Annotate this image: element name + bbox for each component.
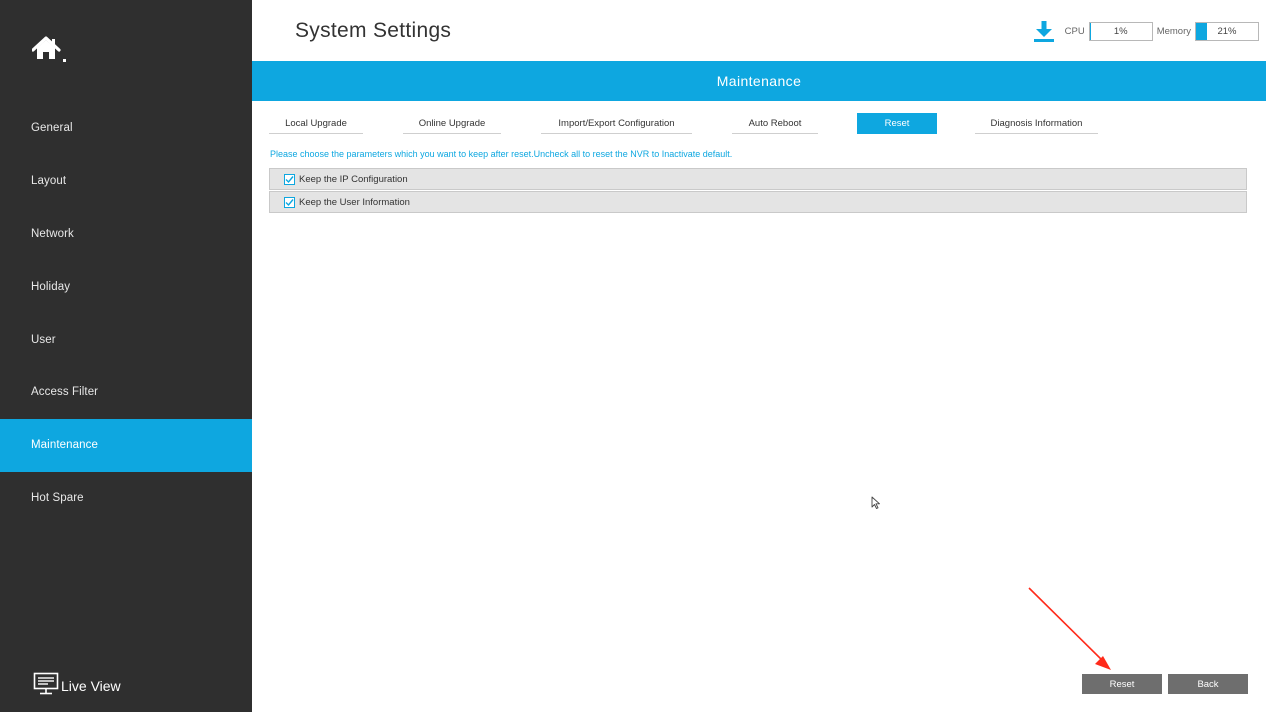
live-view-button[interactable]: Live View	[33, 672, 121, 699]
tab-import-export-configuration[interactable]: Import/Export Configuration	[541, 113, 692, 134]
section-title: Maintenance	[716, 73, 802, 89]
cpu-label: CPU	[1064, 25, 1085, 37]
tab-label: Import/Export Configuration	[558, 117, 675, 129]
sidebar-item-hot-spare[interactable]: Hot Spare	[0, 472, 252, 525]
checkbox-checked-icon[interactable]	[284, 196, 295, 208]
sidebar-item-label: Layout	[31, 175, 67, 188]
reset-options-list: Keep the IP Configuration Keep the User …	[269, 168, 1247, 214]
memory-usage-fill	[1196, 22, 1207, 40]
tab-reset[interactable]: Reset	[857, 113, 937, 134]
section-banner: Maintenance	[252, 61, 1266, 101]
sidebar-item-label: Access Filter	[31, 386, 99, 399]
sidebar-item-layout[interactable]: Layout	[0, 155, 252, 208]
sidebar-item-access-filter[interactable]: Access Filter	[0, 366, 252, 419]
reset-hint-text: Please choose the parameters which you w…	[270, 149, 733, 159]
live-view-label: Live View	[61, 677, 121, 694]
sidebar-item-network[interactable]: Network	[0, 208, 252, 261]
sidebar-item-holiday[interactable]: Holiday	[0, 260, 252, 313]
sidebar-item-label: Hot Spare	[31, 491, 84, 504]
sidebar-nav: General Layout Network Holiday User Acce…	[0, 102, 252, 524]
tab-label: Online Upgrade	[418, 117, 486, 129]
memory-label: Memory	[1156, 25, 1191, 37]
app-window: General Layout Network Holiday User Acce…	[0, 0, 1266, 712]
checkbox-checked-icon[interactable]	[284, 173, 295, 185]
tab-label: Diagnosis Information	[990, 117, 1083, 129]
sidebar-item-label: General	[31, 122, 73, 135]
tab-label: Local Upgrade	[285, 117, 347, 129]
sidebar-item-label: User	[31, 333, 56, 346]
sidebar-item-maintenance[interactable]: Maintenance	[0, 418, 252, 472]
sidebar-item-label: Network	[31, 227, 74, 240]
system-stats: CPU 1% Memory 21%	[1033, 20, 1259, 42]
mouse-cursor-icon	[871, 496, 883, 510]
cpu-usage-value: 1%	[1113, 25, 1128, 37]
cpu-usage-fill	[1089, 22, 1091, 40]
reset-button[interactable]: Reset	[1082, 674, 1162, 694]
back-button-label: Back	[1197, 678, 1219, 690]
tab-label: Reset	[884, 118, 910, 129]
sidebar-item-general[interactable]: General	[0, 102, 252, 155]
sidebar-item-label: Maintenance	[31, 439, 98, 452]
tab-auto-reboot[interactable]: Auto Reboot	[732, 113, 818, 134]
memory-usage-value: 21%	[1217, 25, 1237, 37]
sidebar-item-label: Holiday	[31, 280, 71, 293]
option-keep-ip-configuration: Keep the IP Configuration	[269, 168, 1247, 190]
reset-button-label: Reset	[1109, 678, 1135, 690]
memory-usage-meter: 21%	[1195, 21, 1259, 41]
option-label: Keep the User Information	[299, 196, 410, 208]
annotation-arrow	[1025, 585, 1115, 675]
tab-local-upgrade[interactable]: Local Upgrade	[269, 113, 363, 134]
tab-label: Auto Reboot	[748, 117, 802, 129]
monitor-icon	[33, 672, 61, 699]
sidebar-item-user[interactable]: User	[0, 313, 252, 366]
home-icon[interactable]	[31, 34, 72, 66]
tab-diagnosis-information[interactable]: Diagnosis Information	[975, 113, 1098, 134]
tab-online-upgrade[interactable]: Online Upgrade	[403, 113, 501, 134]
cpu-usage-meter: 1%	[1088, 21, 1153, 41]
page-title: System Settings	[295, 19, 452, 42]
back-button[interactable]: Back	[1168, 674, 1248, 694]
option-label: Keep the IP Configuration	[299, 173, 408, 185]
download-icon[interactable]	[1033, 20, 1055, 42]
sidebar: General Layout Network Holiday User Acce…	[0, 0, 252, 712]
option-keep-user-information: Keep the User Information	[269, 191, 1247, 213]
